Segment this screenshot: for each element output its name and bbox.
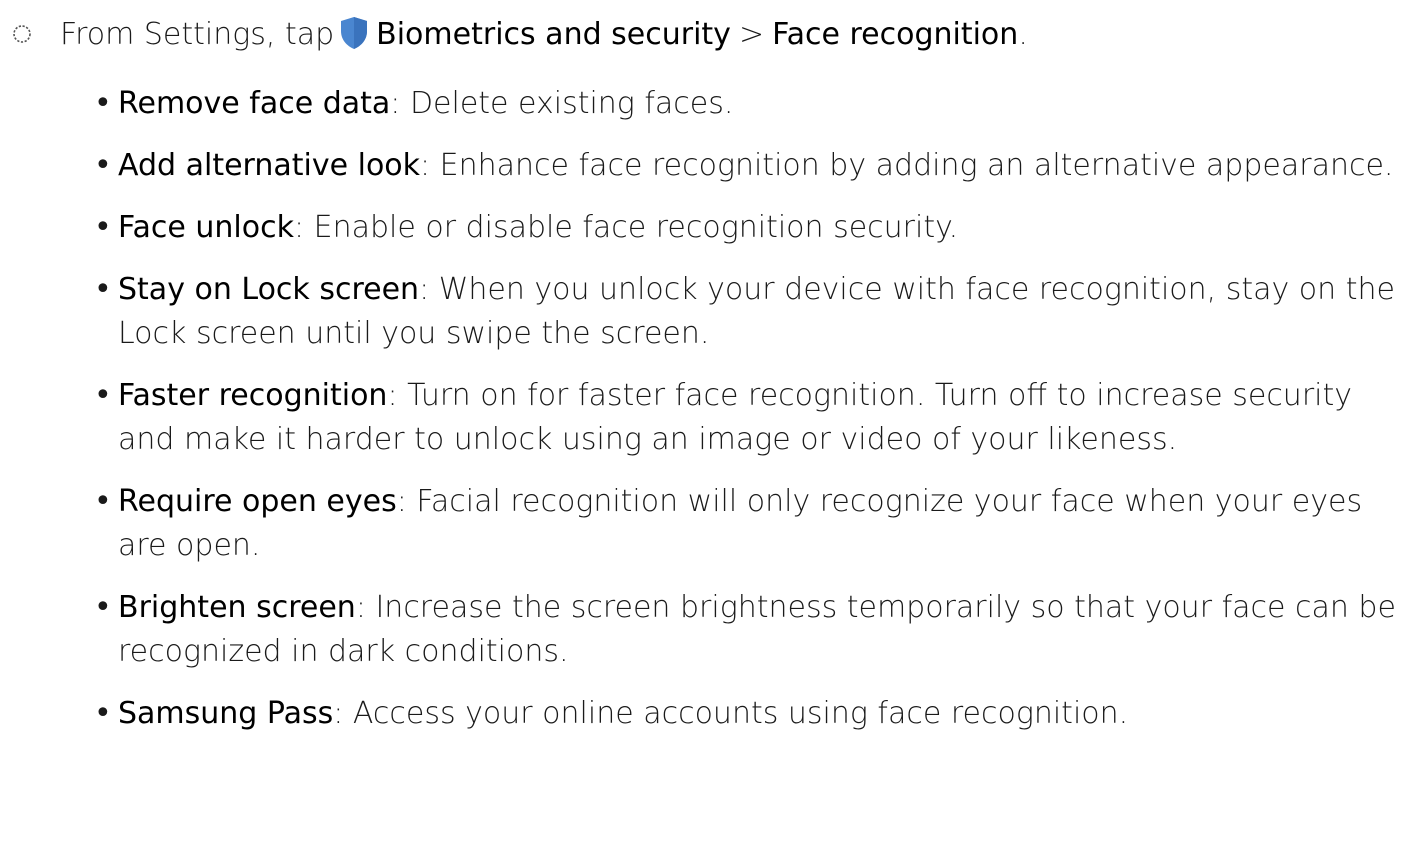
option-name: Face unlock bbox=[118, 210, 294, 245]
option-samsung-pass: • Samsung Pass: Access your online accoun… bbox=[0, 692, 1427, 736]
option-stay-on-lock-screen: • Stay on Lock screen: When you unlock yo… bbox=[0, 268, 1427, 356]
bullet: • bbox=[94, 378, 112, 413]
chevron-right-icon: > bbox=[738, 17, 765, 52]
bullet: • bbox=[94, 86, 112, 121]
option-remove-face-data: • Remove face data: Delete existing faces… bbox=[0, 82, 1427, 126]
options-list: • Remove face data: Delete existing faces… bbox=[0, 82, 1427, 754]
option-name: Samsung Pass bbox=[118, 696, 334, 731]
face-recognition-item: Face recognition bbox=[772, 17, 1019, 52]
option-require-open-eyes: • Require open eyes: Facial recognition w… bbox=[0, 480, 1427, 568]
bullet: • bbox=[94, 148, 112, 183]
bullet: • bbox=[94, 272, 112, 307]
option-description: : Delete existing faces. bbox=[390, 86, 734, 121]
bullet: • bbox=[94, 696, 112, 731]
instruction-step: From Settings, tap Biometrics and securi… bbox=[0, 10, 1420, 57]
option-description: : Access your online accounts using face… bbox=[333, 696, 1129, 731]
instruction-page: From Settings, tap Biometrics and securi… bbox=[0, 0, 1427, 846]
option-faster-recognition: • Faster recognition: Turn on for faster … bbox=[0, 374, 1427, 462]
option-name: Faster recognition bbox=[118, 378, 388, 413]
option-description: : Enable or disable face recognition sec… bbox=[293, 210, 959, 245]
step-circle-icon bbox=[10, 22, 34, 46]
step-prefix: From Settings, tap bbox=[60, 17, 335, 52]
bullet: • bbox=[94, 590, 112, 625]
option-name: Require open eyes bbox=[118, 484, 397, 519]
option-name: Brighten screen bbox=[118, 590, 356, 625]
option-brighten-screen: • Brighten screen: Increase the screen br… bbox=[0, 586, 1427, 674]
option-name: Remove face data bbox=[118, 86, 391, 121]
bullet: • bbox=[94, 210, 112, 245]
option-add-alternative-look: • Add alternative look: Enhance face reco… bbox=[0, 144, 1427, 188]
option-name: Stay on Lock screen bbox=[118, 272, 420, 307]
option-face-unlock: • Face unlock: Enable or disable face rec… bbox=[0, 206, 1427, 250]
biometrics-security-menu: Biometrics and security bbox=[376, 17, 731, 52]
bullet: • bbox=[94, 484, 112, 519]
shield-icon bbox=[340, 16, 368, 50]
step-suffix: . bbox=[1018, 17, 1028, 52]
option-description: : Enhance face recognition by adding an … bbox=[420, 148, 1394, 183]
option-name: Add alternative look bbox=[118, 148, 421, 183]
